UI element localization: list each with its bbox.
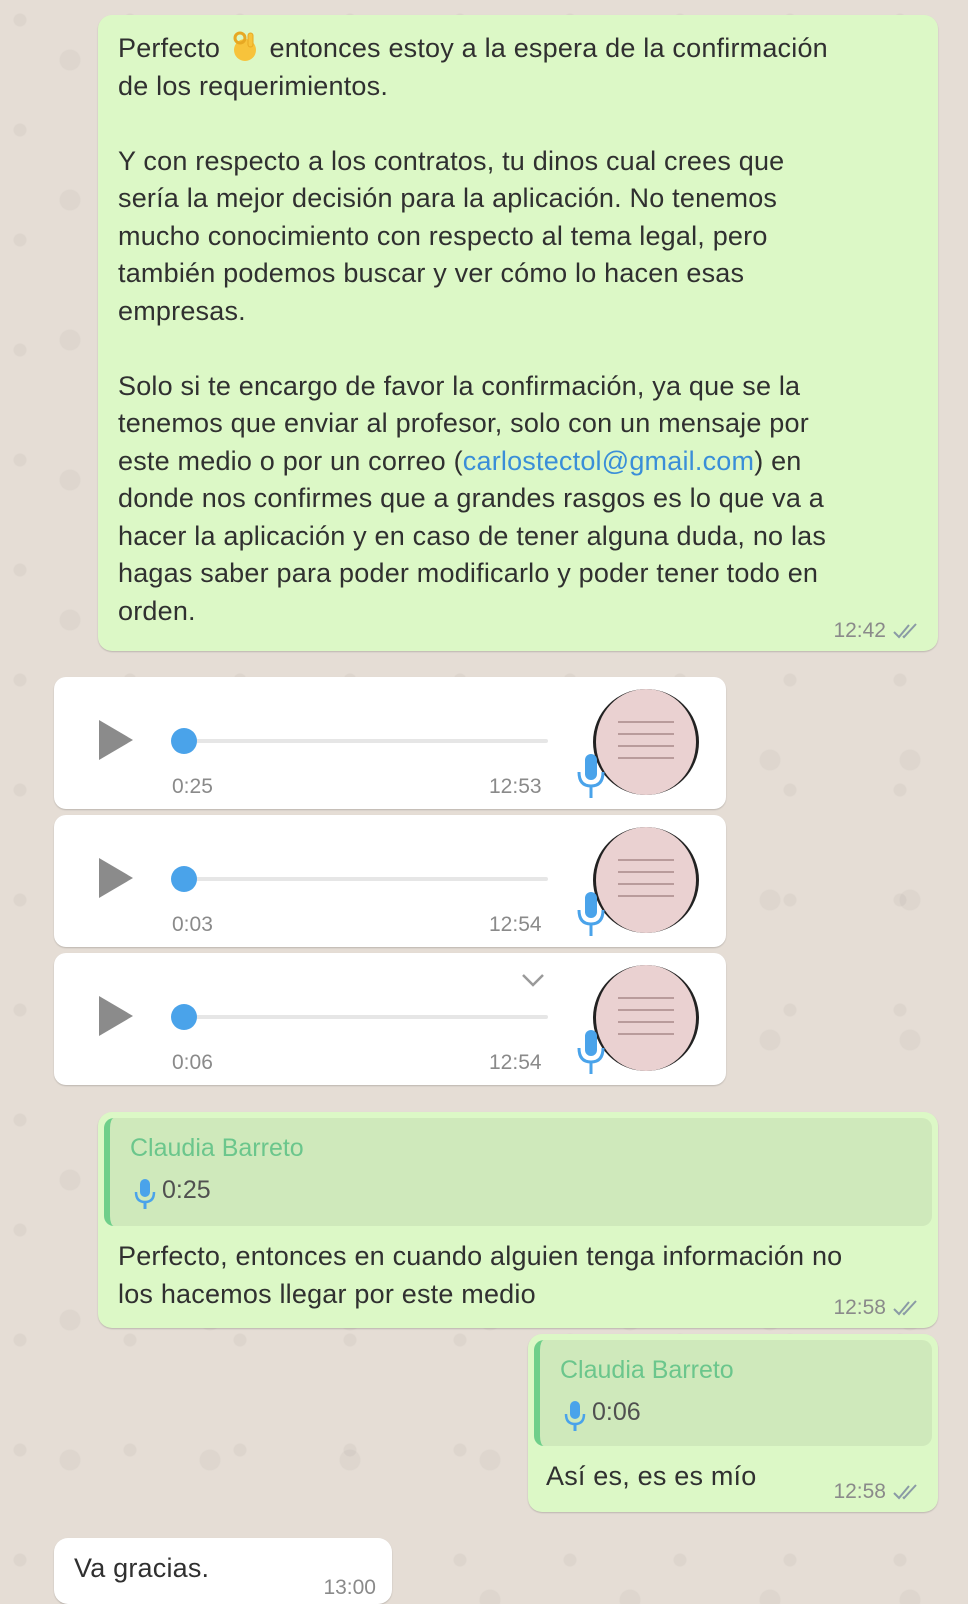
quoted-voice-message[interactable]: Claudia Barreto 0:06 (534, 1340, 932, 1446)
voice-message[interactable]: 0:25 12:53 (54, 677, 726, 809)
sender-avatar[interactable] (593, 827, 699, 933)
audio-progress-track[interactable] (184, 877, 548, 881)
message-text: Perfecto, entonces en cuando alguien ten… (118, 1241, 843, 1309)
play-icon[interactable] (97, 718, 135, 762)
message-time: 12:42 (833, 619, 886, 642)
audio-duration: 0:03 (172, 913, 213, 936)
message-meta: 12:42 (833, 619, 922, 643)
message-meta: 12:58 (833, 1296, 922, 1320)
audio-progress-track[interactable] (184, 1015, 548, 1019)
quoted-voice-message[interactable]: Claudia Barreto 0:25 (104, 1118, 932, 1226)
audio-duration: 0:25 (172, 775, 213, 798)
outgoing-reply-message[interactable]: Claudia Barreto 0:25 Perfecto, entonces … (98, 1112, 938, 1328)
message-time: 12:54 (489, 913, 542, 936)
double-check-icon (893, 1300, 917, 1316)
chevron-down-icon[interactable] (520, 971, 546, 989)
quoted-sender-name: Claudia Barreto (130, 1134, 304, 1162)
outgoing-message[interactable]: Perfecto entonces estoy a la espera de l… (98, 15, 938, 651)
voice-message[interactable]: 0:06 12:54 (54, 953, 726, 1085)
microphone-icon (134, 1179, 156, 1209)
microphone-icon (564, 1401, 586, 1431)
microphone-icon (577, 1030, 605, 1074)
sender-avatar[interactable] (593, 965, 699, 1071)
outgoing-reply-message[interactable]: Claudia Barreto 0:06 Así es, es es mío 1… (528, 1334, 938, 1512)
sender-avatar[interactable] (593, 689, 699, 795)
quoted-duration: 0:06 (592, 1398, 641, 1426)
message-time: 13:00 (323, 1576, 376, 1599)
message-time: 12:53 (489, 775, 542, 798)
message-meta: 13:00 (323, 1576, 376, 1600)
audio-progress-knob[interactable] (171, 1004, 197, 1030)
play-icon[interactable] (97, 994, 135, 1038)
quoted-sender-name: Claudia Barreto (560, 1356, 734, 1384)
quoted-duration: 0:25 (162, 1176, 211, 1204)
microphone-icon (577, 754, 605, 798)
audio-progress-knob[interactable] (171, 866, 197, 892)
double-check-icon (893, 623, 917, 639)
play-icon[interactable] (97, 856, 135, 900)
audio-progress-knob[interactable] (171, 728, 197, 754)
message-meta: 12:58 (833, 1480, 922, 1504)
ok-hand-emoji-icon (233, 31, 256, 61)
double-check-icon (893, 1484, 917, 1500)
incoming-message[interactable]: Va gracias. 13:00 (54, 1538, 392, 1604)
email-link[interactable]: carlostectol@gmail.com (463, 446, 754, 476)
message-text: Así es, es es mío (546, 1461, 757, 1491)
message-text: Perfecto entonces estoy a la espera de l… (118, 29, 918, 630)
audio-progress-track[interactable] (184, 739, 548, 743)
message-time: 12:58 (833, 1296, 886, 1319)
audio-duration: 0:06 (172, 1051, 213, 1074)
message-time: 12:54 (489, 1051, 542, 1074)
message-time: 12:58 (833, 1480, 886, 1503)
message-text: Va gracias. (74, 1553, 210, 1583)
voice-message[interactable]: 0:03 12:54 (54, 815, 726, 947)
microphone-icon (577, 892, 605, 936)
